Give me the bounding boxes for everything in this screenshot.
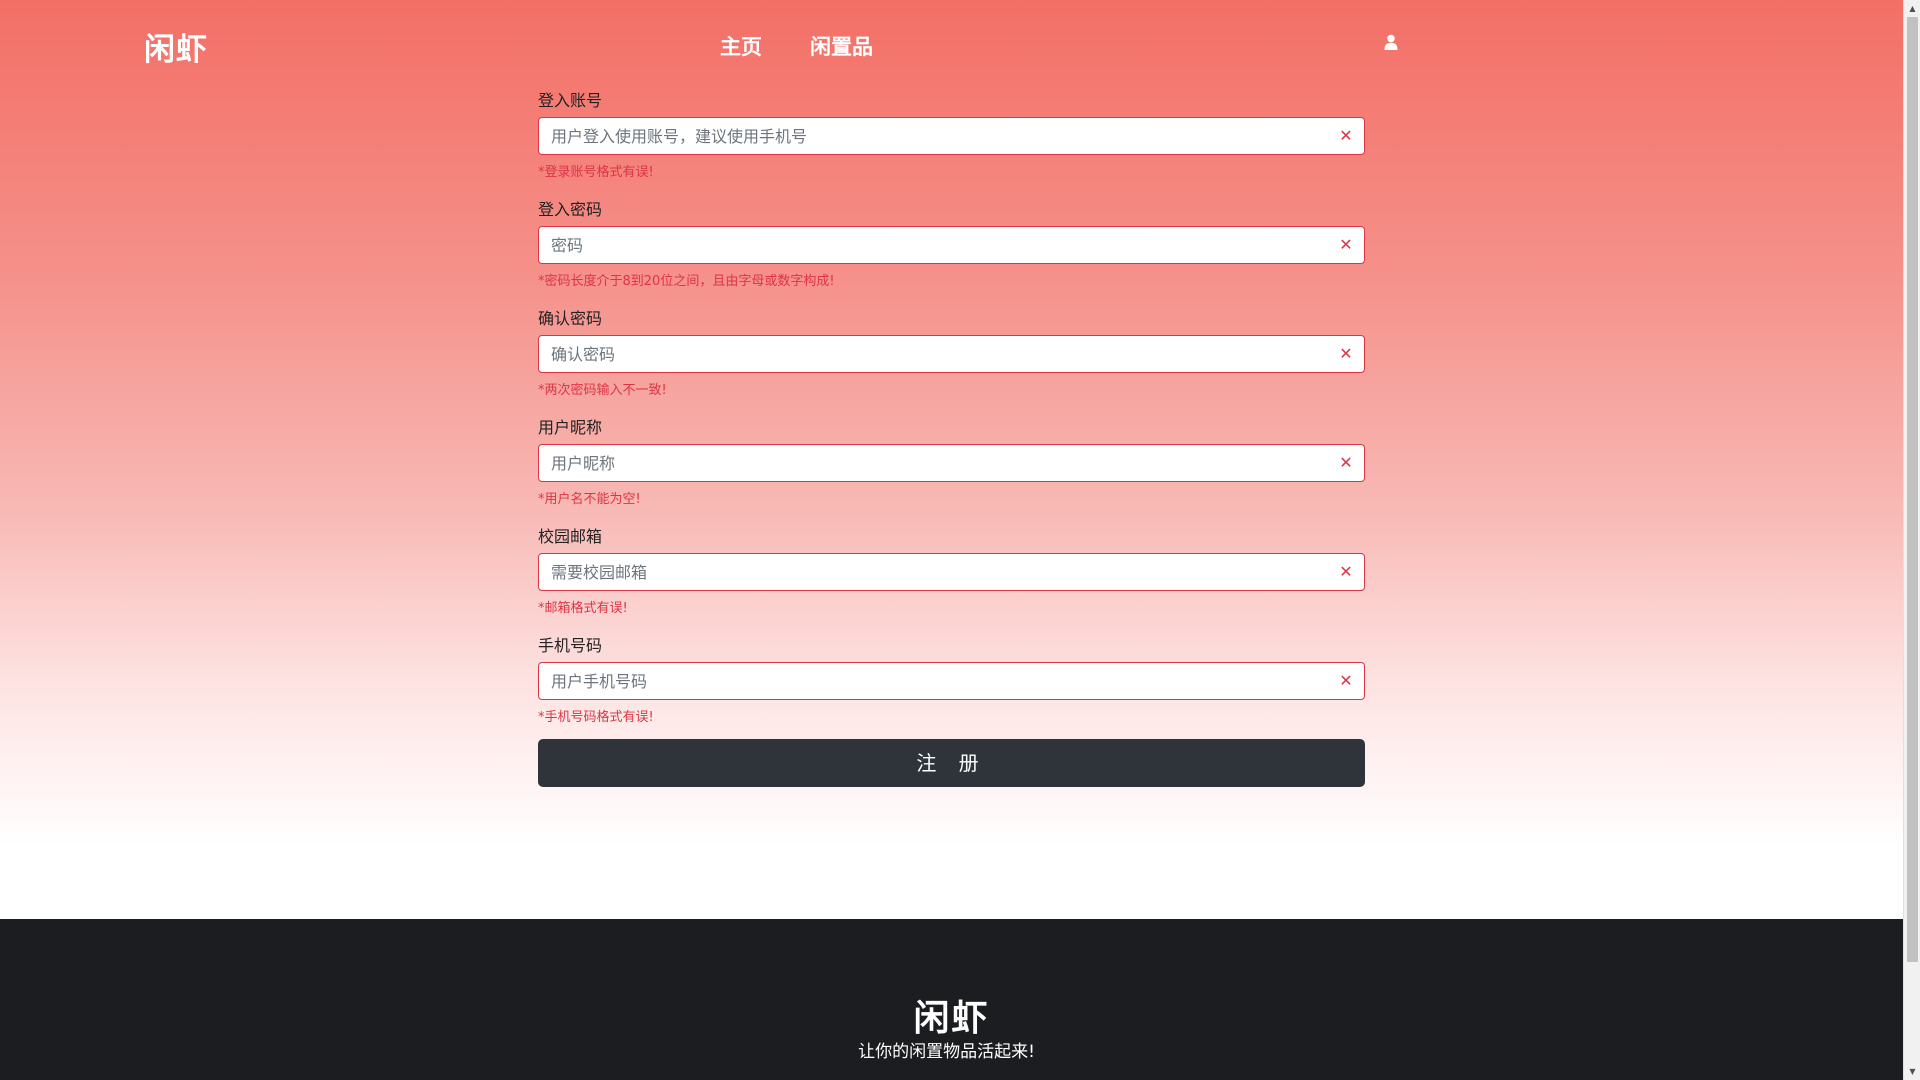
scroll-down-arrow-icon[interactable]: ▼ — [1904, 1063, 1920, 1080]
phone-label: 手机号码 — [538, 636, 603, 655]
phone-error: *手机号码格式有误! — [538, 710, 654, 725]
clear-icon[interactable]: ✕ — [1338, 455, 1354, 471]
nickname-label: 用户昵称 — [538, 418, 603, 437]
nav-link-idle-items[interactable]: 闲置品 — [810, 31, 873, 61]
email-input[interactable] — [551, 554, 1311, 590]
scrollbar-thumb[interactable] — [1907, 17, 1918, 962]
password-label: 登入密码 — [538, 200, 603, 219]
footer-slogan: 让你的闲置物品活起来! — [858, 1042, 1035, 1062]
navbar: 闲虾 主页 闲置品 — [0, 0, 1903, 88]
password-input[interactable] — [551, 227, 1311, 263]
vertical-scrollbar[interactable]: ▲ ▼ — [1903, 0, 1920, 1080]
password-error: *密码长度介于8到20位之间，且由字母或数字构成! — [538, 274, 835, 289]
site-logo[interactable]: 闲虾 — [144, 24, 208, 69]
nav-link-home[interactable]: 主页 — [720, 31, 762, 61]
nickname-input[interactable] — [551, 445, 1311, 481]
account-input[interactable] — [551, 118, 1311, 154]
phone-input[interactable] — [551, 663, 1311, 699]
confirm-password-error: *两次密码输入不一致! — [538, 383, 667, 398]
email-field-box: ✕ — [538, 553, 1365, 591]
clear-icon[interactable]: ✕ — [1338, 673, 1354, 689]
confirm-password-label: 确认密码 — [538, 309, 603, 328]
register-button[interactable]: 注 册 — [538, 739, 1365, 787]
email-error: *邮箱格式有误! — [538, 601, 628, 616]
email-label: 校园邮箱 — [538, 527, 603, 546]
confirm-password-input[interactable] — [551, 336, 1311, 372]
clear-icon[interactable]: ✕ — [1338, 237, 1354, 253]
password-field-box: ✕ — [538, 226, 1365, 264]
account-error: *登录账号格式有误! — [538, 165, 654, 180]
hero-section: 闲虾 主页 闲置品 登入账号 ✕ *登录账号格式有误! 登入密码 ✕ — [0, 0, 1903, 919]
footer-logo: 闲虾 — [913, 998, 990, 1039]
user-icon[interactable] — [1384, 34, 1398, 50]
footer: 闲虾 让你的闲置物品活起来! — [0, 919, 1903, 1080]
confirm-password-field-box: ✕ — [538, 335, 1365, 373]
nickname-error: *用户名不能为空! — [538, 492, 641, 507]
page: 闲虾 主页 闲置品 登入账号 ✕ *登录账号格式有误! 登入密码 ✕ — [0, 0, 1903, 1080]
clear-icon[interactable]: ✕ — [1338, 346, 1354, 362]
scroll-up-arrow-icon[interactable]: ▲ — [1904, 0, 1920, 17]
account-field-box: ✕ — [538, 117, 1365, 155]
clear-icon[interactable]: ✕ — [1338, 564, 1354, 580]
nickname-field-box: ✕ — [538, 444, 1365, 482]
phone-field-box: ✕ — [538, 662, 1365, 700]
account-label: 登入账号 — [538, 91, 603, 110]
clear-icon[interactable]: ✕ — [1338, 128, 1354, 144]
